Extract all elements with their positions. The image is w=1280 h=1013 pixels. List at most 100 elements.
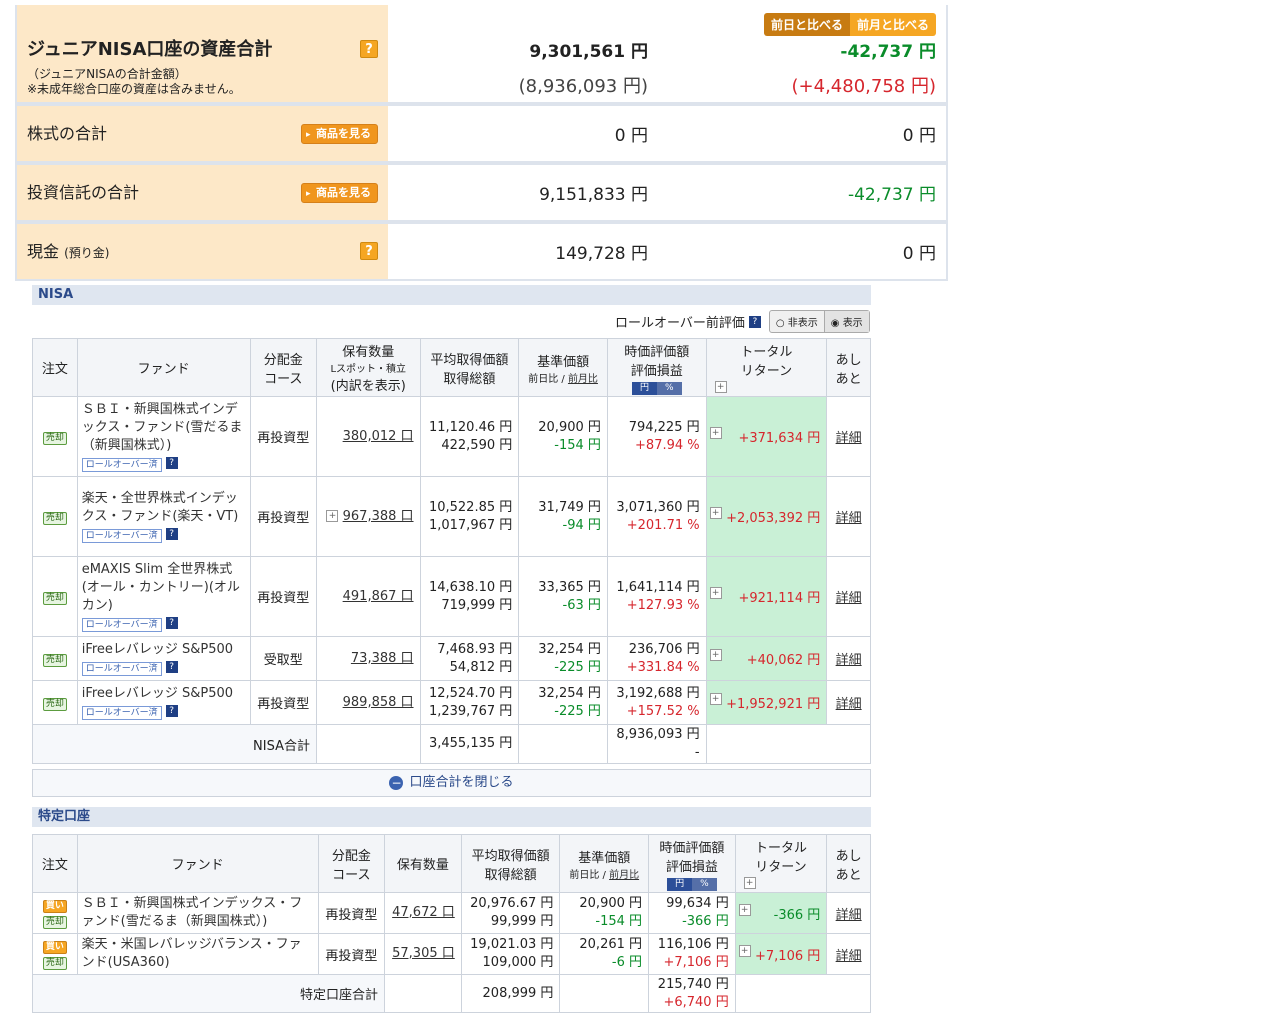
stocks-label: 株式の合計 [27,124,108,143]
expand-icon[interactable]: + [738,903,751,916]
compare-previous-month-button[interactable]: 前月と比べる [849,13,936,36]
tokutei-heading: 特定口座 [32,807,871,827]
toggle-show[interactable]: ◉ 表示 [823,311,869,332]
detail-link[interactable]: 詳細 [836,511,862,526]
nisa-sum-eval: 8,936,093 円 [616,727,700,742]
sell-button[interactable]: 売却 [42,511,67,525]
fund-link[interactable]: ＳＢＩ・新興国株式インデックス・ファンド(雪だるま（新興国株式）) [82,402,243,453]
rollover-badge: ロールオーバー済 [81,705,162,720]
expand-icon[interactable]: + [743,876,756,889]
detail-link[interactable]: 詳細 [836,697,862,712]
help-icon[interactable]: ? [165,617,178,629]
help-icon[interactable]: ? [165,705,178,717]
fund-link[interactable]: iFreeレバレッジ S&P500 [82,686,233,701]
qty-link[interactable]: 491,867 口 [343,589,414,604]
qty-link[interactable]: 73,388 口 [351,651,414,666]
tokutei-header-row: 注文 ファンド 分配金 コース 保有数量 平均取得価額 取得総額 基準価額 前日比 /… [32,834,871,893]
tokutei-sum-gain: +6,740 円 [663,994,729,1010]
funds-view-products-button[interactable]: 商品を見る [301,182,378,203]
sell-button[interactable]: 売却 [42,431,67,445]
sell-button[interactable]: 売却 [42,591,67,605]
nisa-header-row: 注文 ファンド 分配金 コース 保有数量 Lスポット・積立 (内訳を表示) 平均取得価… [32,338,871,397]
total-diff: -42,737 円 [840,42,936,62]
table-row: 売却 楽天・全世界株式インデックス・ファンド(楽天・VT) ロールオーバー済? 再投資… [32,476,871,557]
dist-course: 受取型 [249,636,317,681]
yen-pct-toggle[interactable]: 円% [631,381,682,395]
funds-value: 9,151,833 円 [539,185,648,205]
rollover-toggle-group: ロールオーバー前評価 ? ○ 非表示 ◉ 表示 [615,310,870,333]
expand-icon[interactable]: + [709,427,722,439]
total-value: 9,301,561 円 [529,42,648,62]
fund-link[interactable]: 楽天・全世界株式インデックス・ファンド(楽天・VT) [82,491,239,524]
buy-button[interactable]: 買い [42,900,67,913]
fund-link[interactable]: ＳＢＩ・新興国株式インデックス・ファンド(雪だるま（新興国株式）) [82,896,303,929]
expand-icon[interactable]: + [709,507,722,519]
buy-button[interactable]: 買い [42,941,67,954]
expand-icon[interactable]: + [326,510,339,522]
funds-diff: -42,737 円 [847,185,936,205]
nisa-sum-row: NISA合計 3,455,135 円 8,936,093 円 - [32,724,872,764]
sell-button[interactable]: 売却 [42,916,67,929]
cash-sub: (預り金) [64,246,110,260]
nisa-sum-label: NISA合計 [32,724,317,764]
qty-link[interactable]: 57,305 口 [392,946,455,961]
expand-icon[interactable]: + [709,693,722,705]
qty-link[interactable]: 47,672 口 [392,905,455,920]
detail-link[interactable]: 詳細 [836,653,862,668]
col-order: 注文 [32,338,78,397]
cash-label: 現金 [27,242,60,261]
table-row: 売却 iFreeレバレッジ S&P500 ロールオーバー済? 再投資型 989,858 … [32,680,871,725]
rollover-badge: ロールオーバー済 [81,457,162,472]
rollover-badge: ロールオーバー済 [81,528,162,543]
sell-button[interactable]: 売却 [42,653,67,667]
detail-link[interactable]: 詳細 [836,908,862,923]
qty-link[interactable]: 380,012 口 [343,429,414,444]
total-sub2: ※未成年総合口座の資産は含みません。 [27,82,241,96]
tokutei-sum-eval: 215,740 円 [657,976,729,992]
qty-link[interactable]: 967,388 口 [343,509,414,524]
total-diff-sub: (+4,480,758 円) [791,76,936,97]
toggle-hide[interactable]: ○ 非表示 [770,311,824,332]
expand-icon[interactable]: + [714,380,727,393]
expand-icon[interactable]: + [709,587,722,599]
sell-button[interactable]: 売却 [42,957,67,970]
fund-link[interactable]: iFreeレバレッジ S&P500 [82,642,233,657]
total-label: ジュニアNISA口座の資産合計 [27,39,273,60]
qty-breakdown-link[interactable]: (内訳を表示) [317,375,420,394]
cash-help-icon[interactable]: ? [360,242,378,260]
rollover-label: ロールオーバー前評価 [615,316,745,331]
fund-link[interactable]: 楽天・米国レバレッジバランス・ファンド(USA360) [82,937,302,970]
nisa-heading: NISA [32,285,871,305]
table-row: 売却 ＳＢＩ・新興国株式インデックス・ファンド(雪だるま（新興国株式）) ロールオー… [32,396,871,477]
funds-label: 投資信託の合計 [27,183,140,202]
help-icon[interactable]: ? [165,528,178,540]
help-icon[interactable]: ? [165,457,178,469]
help-icon[interactable]: ? [360,40,378,58]
expand-icon[interactable]: + [738,944,751,957]
sell-button[interactable]: 売却 [42,697,67,711]
minus-icon: − [389,775,404,790]
compare-previous-day-button[interactable]: 前日と比べる [763,13,850,36]
close-account-total-button[interactable]: − 口座合計を閉じる [32,769,871,797]
help-icon[interactable]: ? [165,661,178,673]
cash-value: 149,728 円 [555,244,648,264]
dist-course: 再投資型 [249,476,317,557]
table-row: 売却 iFreeレバレッジ S&P500 ロールオーバー済? 受取型 73,388 口7… [32,636,871,681]
tokutei-sum-cost: 208,999 円 [460,974,561,1013]
expand-icon[interactable]: + [709,649,722,661]
summary-total-row: ジュニアNISA口座の資産合計 （ジュニアNISAの合計金額） ※未成年総合口座… [17,5,946,106]
detail-link[interactable]: 詳細 [836,949,862,964]
rollover-help-icon[interactable]: ? [748,315,761,328]
tokutei-sum-row: 特定口座合計 208,999 円 215,740 円 +6,740 円 [31,974,872,1013]
nisa-sum-cost: 3,455,135 円 [419,724,520,764]
yen-pct-toggle[interactable]: 円% [667,877,717,891]
dist-course: 再投資型 [249,680,317,725]
stocks-view-products-button[interactable]: 商品を見る [301,123,378,144]
tokutei-sum-label: 特定口座合計 [31,974,386,1013]
detail-link[interactable]: 詳細 [836,431,862,446]
fund-link[interactable]: eMAXIS Slim 全世界株式(オール・カントリー)(オルカン) [82,562,240,613]
table-row: 売却 eMAXIS Slim 全世界株式(オール・カントリー)(オルカン) ロールオ… [32,556,871,637]
detail-link[interactable]: 詳細 [836,591,862,606]
month-compare-link[interactable]: 前月比 [568,374,598,385]
qty-link[interactable]: 989,858 口 [343,695,414,710]
